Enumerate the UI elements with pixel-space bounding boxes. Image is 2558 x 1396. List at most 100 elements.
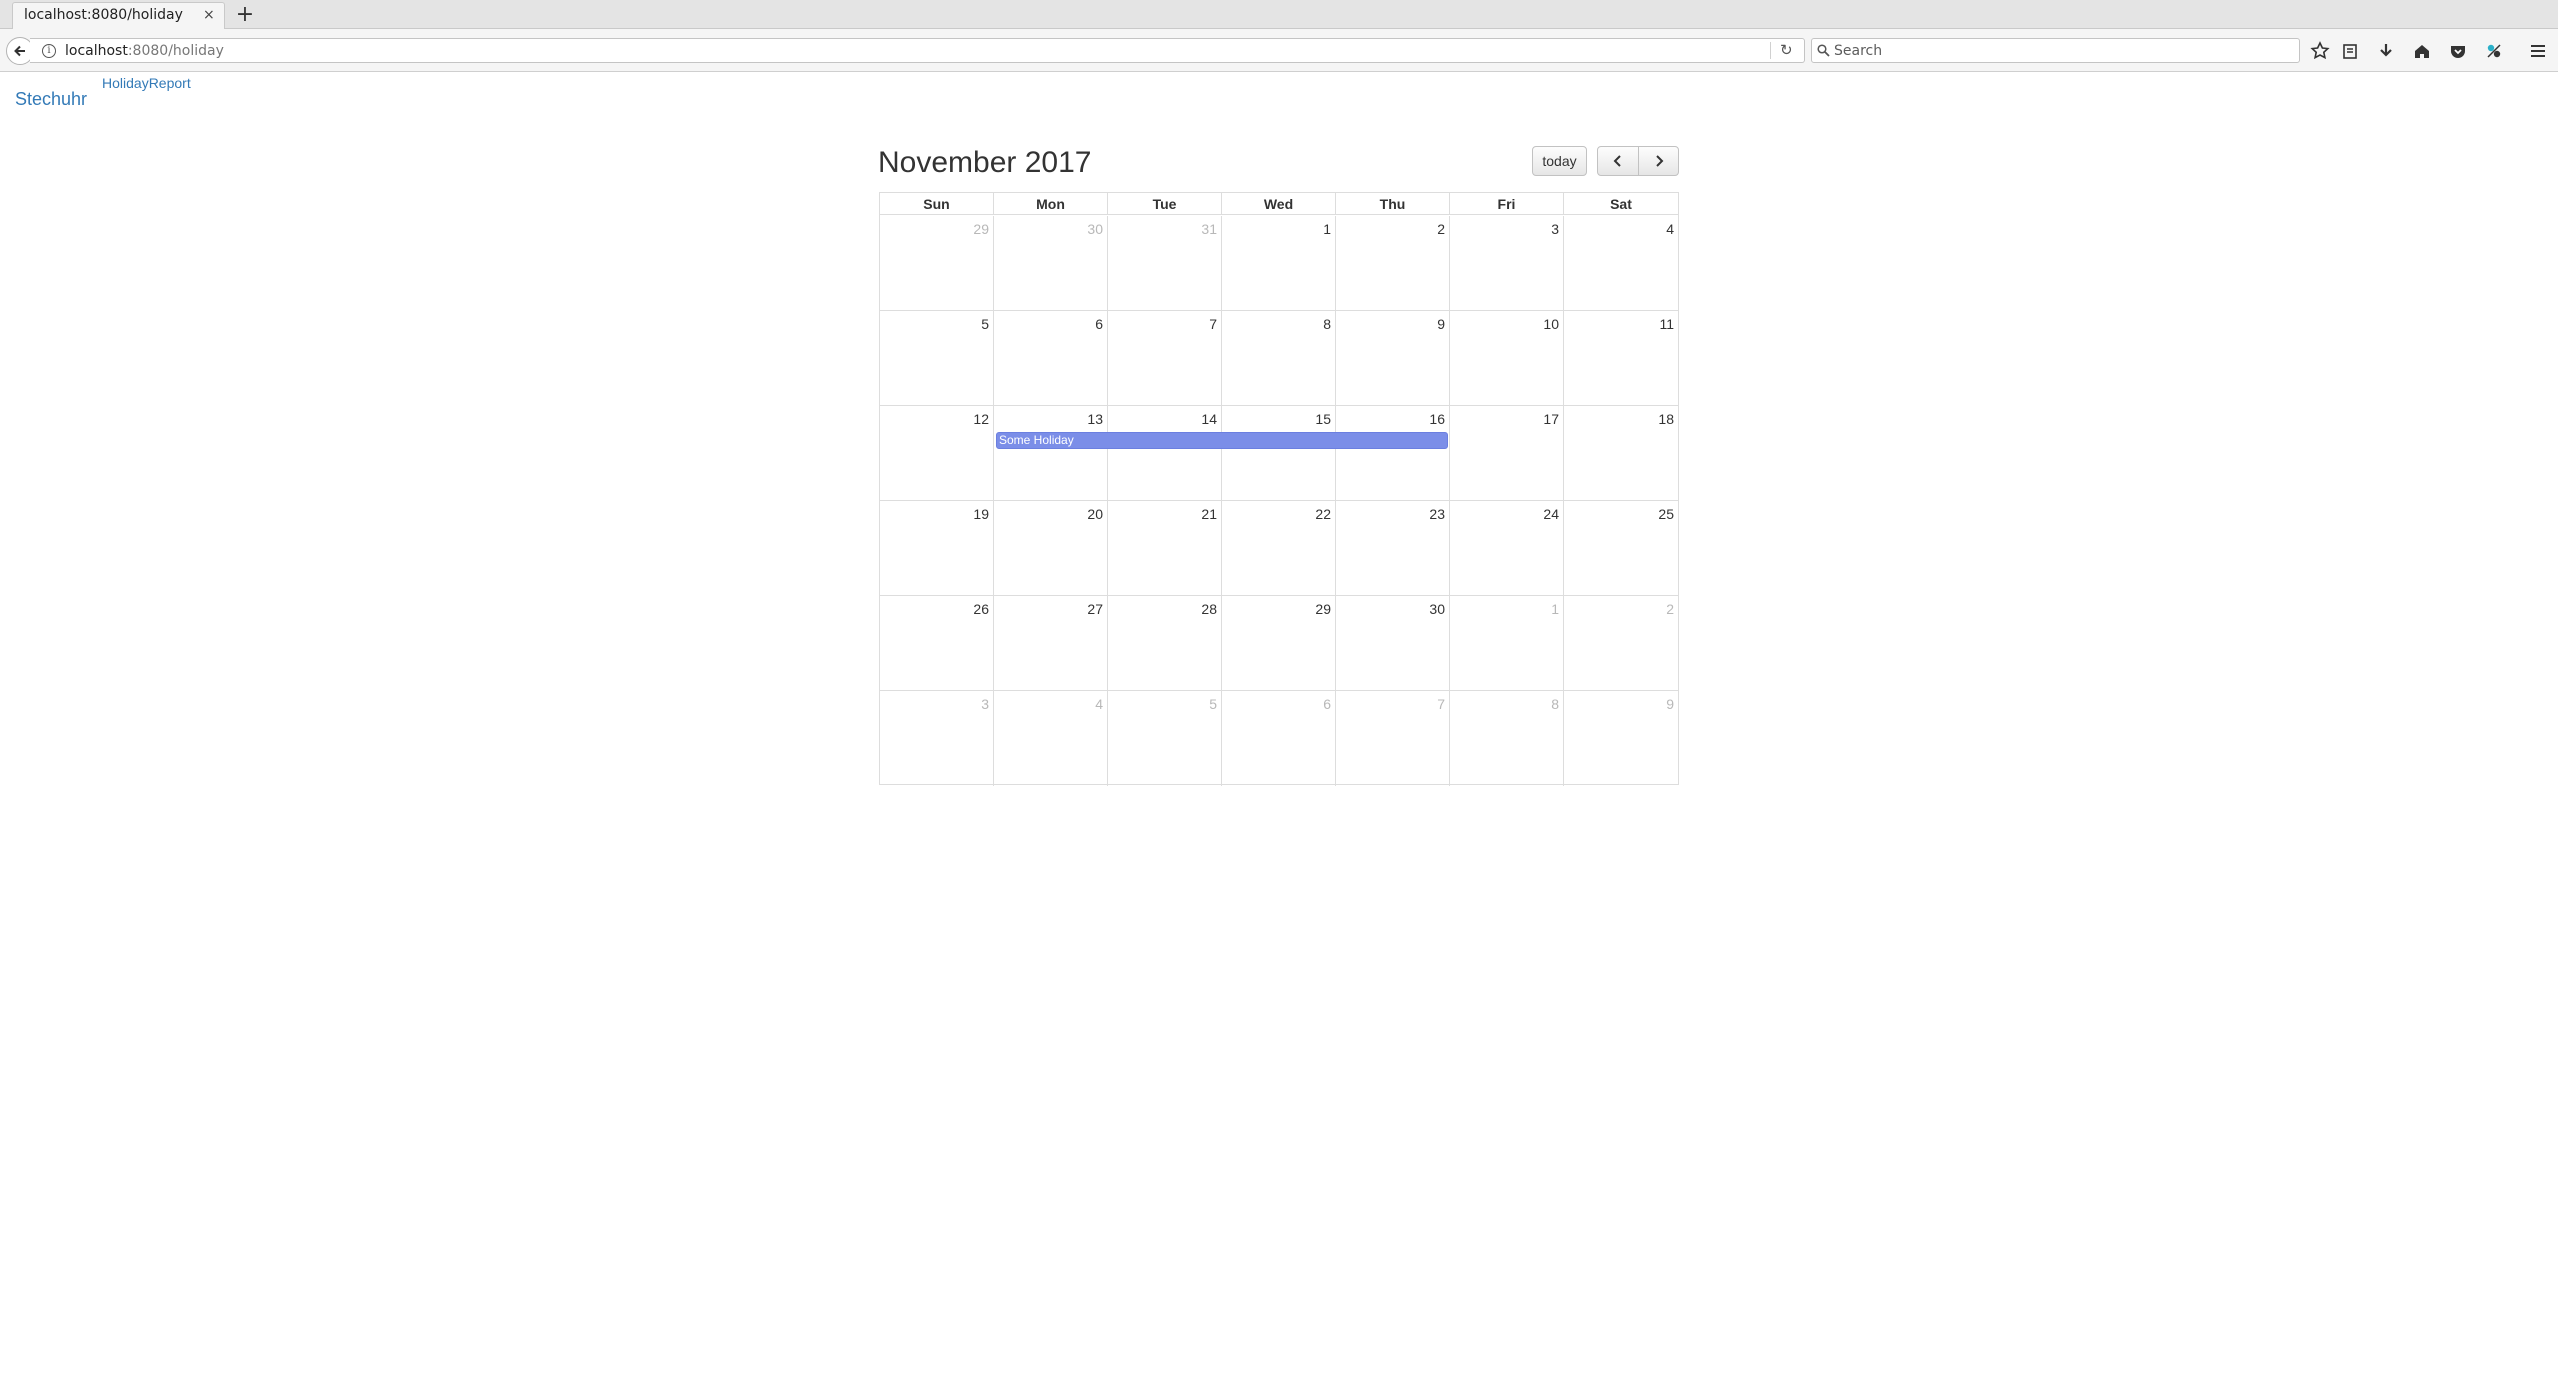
day-cell[interactable]: 4 — [994, 691, 1108, 786]
search-icon — [1817, 44, 1830, 57]
day-number: 31 — [1201, 221, 1217, 237]
day-cell[interactable]: 9 — [1564, 691, 1678, 786]
bookmark-star-icon[interactable] — [2308, 39, 2332, 63]
day-cell[interactable]: 7 — [1336, 691, 1450, 786]
day-number: 9 — [1666, 696, 1674, 712]
day-cell[interactable]: 24 — [1450, 501, 1564, 595]
day-cell[interactable]: 2 — [1336, 216, 1450, 310]
new-tab-button[interactable]: + — [232, 0, 258, 29]
day-number: 1 — [1323, 221, 1331, 237]
day-cell[interactable]: 30 — [994, 216, 1108, 310]
day-cell[interactable]: 14 — [1108, 406, 1222, 500]
pocket-icon[interactable] — [2446, 39, 2470, 63]
day-cell[interactable]: 7 — [1108, 311, 1222, 405]
url-bar[interactable]: i localhost:8080/holiday ↻ — [30, 38, 1805, 63]
day-cell[interactable]: 25 — [1564, 501, 1678, 595]
day-cell[interactable]: 15 — [1222, 406, 1336, 500]
day-cell[interactable]: 26 — [880, 596, 994, 690]
search-input[interactable] — [1834, 41, 2294, 60]
day-number: 5 — [1209, 696, 1217, 712]
day-cell[interactable]: 18 — [1564, 406, 1678, 500]
today-button[interactable]: today — [1532, 146, 1587, 176]
day-cell[interactable]: 3 — [880, 691, 994, 786]
day-cell[interactable]: 6 — [994, 311, 1108, 405]
day-cell[interactable]: 29 — [880, 216, 994, 310]
url-text[interactable]: localhost:8080/holiday — [65, 43, 224, 59]
download-icon[interactable] — [2374, 39, 2398, 63]
day-cell[interactable]: 10 — [1450, 311, 1564, 405]
calendar-title: November 2017 — [878, 146, 1092, 179]
day-cell[interactable]: 8 — [1450, 691, 1564, 786]
day-cell[interactable]: 11 — [1564, 311, 1678, 405]
bookmarks-library-icon[interactable] — [2338, 39, 2362, 63]
day-cell[interactable]: 5 — [1108, 691, 1222, 786]
day-number: 10 — [1543, 316, 1559, 332]
week-row: 26 27 28 29 30 1 2 — [880, 596, 1678, 691]
day-number: 28 — [1201, 601, 1217, 617]
day-number: 8 — [1551, 696, 1559, 712]
brand-link[interactable]: Stechuhr — [15, 89, 87, 110]
calendar-event[interactable]: Some Holiday — [996, 432, 1448, 449]
day-cell[interactable]: 13 — [994, 406, 1108, 500]
day-number: 12 — [973, 411, 989, 427]
weekday-header: Wed — [1222, 193, 1336, 215]
day-number: 21 — [1201, 506, 1217, 522]
day-cell[interactable]: 1 — [1222, 216, 1336, 310]
day-cell[interactable]: 28 — [1108, 596, 1222, 690]
day-cell[interactable]: 31 — [1108, 216, 1222, 310]
url-host: localhost — [65, 43, 128, 59]
day-cell[interactable]: 4 — [1564, 216, 1678, 310]
weekday-header-row: Sun Mon Tue Wed Thu Fri Sat — [880, 193, 1678, 215]
day-number: 17 — [1543, 411, 1559, 427]
day-cell[interactable]: 12 — [880, 406, 994, 500]
tab-strip: localhost:8080/holiday × + — [0, 0, 2558, 29]
day-cell[interactable]: 5 — [880, 311, 994, 405]
day-cell[interactable]: 23 — [1336, 501, 1450, 595]
day-number: 11 — [1659, 316, 1674, 332]
day-cell[interactable]: 16 — [1336, 406, 1450, 500]
tab-title: localhost:8080/holiday — [24, 7, 183, 23]
day-cell[interactable]: 20 — [994, 501, 1108, 595]
extension-icon[interactable] — [2482, 39, 2506, 63]
tab-close-icon[interactable]: × — [203, 7, 215, 23]
day-cell[interactable]: 27 — [994, 596, 1108, 690]
site-info-icon[interactable]: i — [42, 44, 56, 58]
day-number: 8 — [1323, 316, 1331, 332]
day-cell[interactable]: 21 — [1108, 501, 1222, 595]
day-cell[interactable]: 17 — [1450, 406, 1564, 500]
day-number: 14 — [1201, 411, 1217, 427]
home-icon[interactable] — [2410, 39, 2434, 63]
reload-icon[interactable]: ↻ — [1780, 41, 1793, 59]
day-number: 1 — [1551, 601, 1559, 617]
day-number: 16 — [1429, 411, 1445, 427]
calendar-grid: Sun Mon Tue Wed Thu Fri Sat 29 30 31 1 2 3 4 5 6 7 8 9 10 1… — [879, 192, 1679, 786]
holiday-report-link[interactable]: HolidayReport — [102, 75, 191, 91]
chevron-right-icon — [1655, 155, 1663, 167]
day-cell[interactable]: 22 — [1222, 501, 1336, 595]
day-cell[interactable]: 9 — [1336, 311, 1450, 405]
day-cell[interactable]: 1 — [1450, 596, 1564, 690]
day-cell[interactable]: 19 — [880, 501, 994, 595]
day-number: 20 — [1087, 506, 1103, 522]
week-row: 12 13 14 15 16 17 18 — [880, 406, 1678, 501]
week-row: 5 6 7 8 9 10 11 — [880, 311, 1678, 406]
day-cell[interactable]: 2 — [1564, 596, 1678, 690]
prev-month-button[interactable] — [1597, 146, 1639, 176]
day-number: 3 — [1551, 221, 1559, 237]
day-cell[interactable]: 8 — [1222, 311, 1336, 405]
week-row: 19 20 21 22 23 24 25 — [880, 501, 1678, 596]
search-bar[interactable] — [1811, 38, 2300, 63]
day-cell[interactable]: 29 — [1222, 596, 1336, 690]
weekday-header: Sat — [1610, 196, 1632, 212]
chevron-left-icon — [1613, 155, 1621, 167]
day-number: 3 — [981, 696, 989, 712]
day-number: 23 — [1429, 506, 1445, 522]
day-number: 4 — [1095, 696, 1103, 712]
next-month-button[interactable] — [1638, 146, 1679, 176]
day-number: 13 — [1087, 411, 1103, 427]
menu-icon[interactable] — [2526, 39, 2550, 63]
browser-tab[interactable]: localhost:8080/holiday × — [12, 2, 225, 29]
day-cell[interactable]: 3 — [1450, 216, 1564, 310]
day-cell[interactable]: 30 — [1336, 596, 1450, 690]
day-cell[interactable]: 6 — [1222, 691, 1336, 786]
